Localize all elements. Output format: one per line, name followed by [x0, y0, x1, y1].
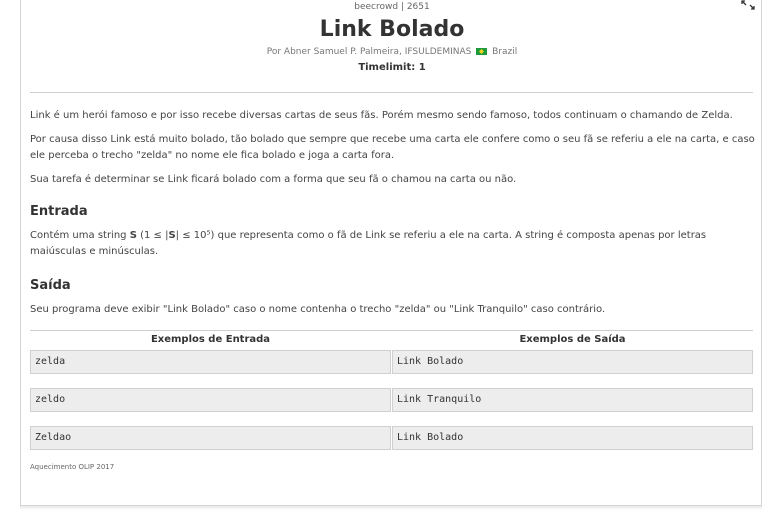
page-title: Link Bolado: [319, 17, 465, 42]
author-country: Brazil: [492, 47, 518, 57]
timelimit: Timelimit: 1: [358, 62, 426, 73]
examples-header: Exemplos de Entrada Exemplos de Saída: [30, 330, 753, 349]
example-input-cell[interactable]: zelda: [30, 350, 391, 374]
problem-author: Por Abner Samuel P. Palmeira, IFSULDEMIN…: [21, 47, 763, 57]
example-output-cell[interactable]: Link Bolado: [392, 426, 753, 450]
output-heading: Saída: [30, 278, 71, 293]
example-input-cell[interactable]: zeldo: [30, 388, 391, 412]
problem-panel: beecrowd | 2651 Link Bolado Por Abner Sa…: [20, 0, 762, 506]
example-input-cell[interactable]: Zeldao: [30, 426, 391, 450]
input-var: S: [129, 230, 137, 241]
description-paragraph-1: Link é um herói famoso e por isso recebe…: [30, 110, 733, 121]
examples-input-header: Exemplos de Entrada: [150, 334, 271, 345]
panel-shadow: [20, 506, 762, 510]
input-heading: Entrada: [30, 204, 88, 219]
expand-icon-svg: [741, 0, 755, 10]
brazil-flag-icon: [476, 48, 488, 55]
expand-icon[interactable]: [741, 0, 755, 10]
input-text-constraint: (1 ≤ |: [136, 230, 169, 241]
examples-output-header: Exemplos de Saída: [519, 334, 626, 345]
example-output-cell[interactable]: Link Bolado: [392, 350, 753, 374]
table-row: Zeldao Link Bolado: [30, 426, 753, 450]
input-var-2: S: [168, 230, 176, 241]
description-paragraph-3: Sua tarefa é determinar se Link ficará b…: [30, 174, 517, 185]
output-text: Seu programa deve exibir "Link Bolado" c…: [30, 304, 606, 315]
problem-source: beecrowd | 2651: [354, 2, 430, 12]
input-text: Contém uma string S (1 ≤ |S| ≤ 10⁵) que …: [30, 228, 756, 260]
example-output-cell[interactable]: Link Tranquilo: [392, 388, 753, 412]
footnote: Aquecimento OLIP 2017: [30, 463, 115, 471]
description-paragraph-2: Por causa disso Link está muito bolado, …: [30, 134, 755, 161]
table-row: zeldo Link Tranquilo: [30, 388, 753, 412]
header-divider: [30, 92, 753, 93]
author-name: Por Abner Samuel P. Palmeira, IFSULDEMIN…: [266, 47, 472, 57]
table-row: zelda Link Bolado: [30, 350, 753, 374]
input-text-before: Contém uma string: [30, 230, 130, 241]
